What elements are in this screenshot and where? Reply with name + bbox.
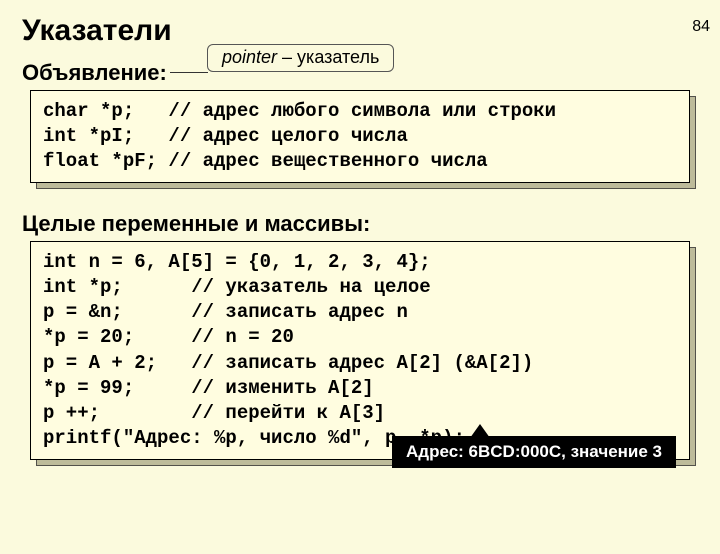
codebox-declaration: char *p; // адрес любого символа или стр…	[30, 90, 690, 183]
callout-connector	[170, 72, 208, 73]
section-arrays: Целые переменные и массивы:	[22, 201, 720, 237]
page-number: 84	[692, 18, 710, 36]
pointer-callout: pointer – указатель	[207, 44, 394, 72]
section-declaration: Объявление: pointer – указатель	[22, 50, 720, 86]
subtitle-declaration: Объявление:	[22, 60, 167, 86]
code-arrays: int n = 6, A[5] = {0, 1, 2, 3, 4}; int *…	[30, 241, 690, 460]
callout-italic: pointer	[222, 47, 277, 67]
page-title: Указатели	[22, 14, 720, 48]
subtitle-arrays: Целые переменные и массивы:	[22, 211, 370, 237]
result-callout: Адрес: 6BCD:000C, значение 3	[392, 436, 676, 468]
code-declaration: char *p; // адрес любого символа или стр…	[30, 90, 690, 183]
callout-rest: – указатель	[277, 47, 379, 67]
codebox-arrays: int n = 6, A[5] = {0, 1, 2, 3, 4}; int *…	[30, 241, 690, 460]
